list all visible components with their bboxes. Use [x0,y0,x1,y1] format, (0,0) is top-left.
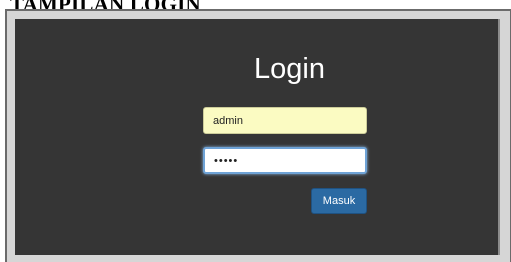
login-title: Login [254,53,325,85]
login-submit-button[interactable]: Masuk [311,188,367,214]
password-input[interactable] [203,147,367,174]
login-panel: Login Masuk [15,19,500,255]
username-input[interactable] [203,107,367,134]
